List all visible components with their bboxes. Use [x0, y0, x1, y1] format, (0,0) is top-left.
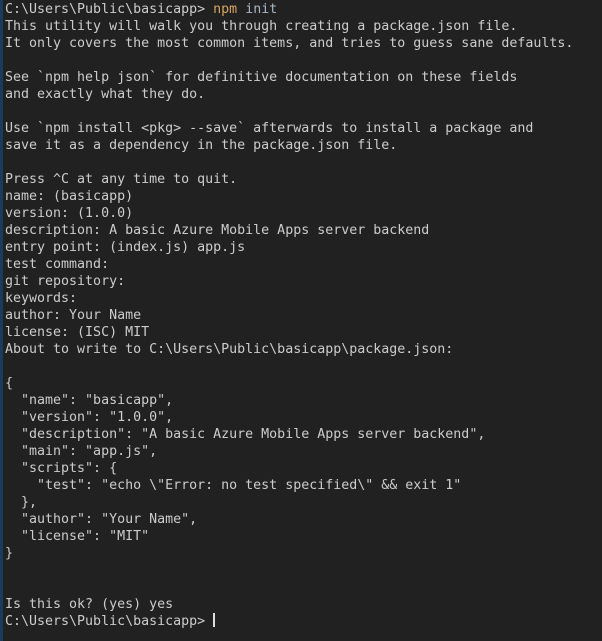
line-blank-5: [5, 562, 602, 579]
line-json-scripts-close: },: [5, 495, 38, 510]
line-json-main: "main": "app.js",: [5, 444, 158, 459]
line-final-prompt: C:\Users\Public\basicapp>: [5, 613, 602, 630]
text-cursor: [213, 613, 216, 627]
terminal-output-area[interactable]: C:\Users\Public\basicapp> npm init This u…: [3, 0, 602, 630]
line-about-to-write: About to write to C:\Users\Public\basica…: [5, 342, 454, 357]
line-blank-4: [5, 358, 602, 375]
line-install-2: save it as a dependency in the package.j…: [5, 138, 398, 153]
command-space: [237, 2, 245, 17]
prompt-path: C:\Users\Public\basicapp>: [5, 2, 214, 17]
line-field-author: author: Your Name: [5, 308, 142, 323]
command-arg-init: init: [245, 2, 278, 17]
line-blank-2: [5, 103, 602, 120]
line-json-scripts-open: "scripts": {: [5, 461, 118, 476]
line-field-git-repository: git repository:: [5, 274, 126, 289]
line-json-scripts-test: "test": "echo \"Error: no test specified…: [5, 478, 462, 493]
line-quit-hint: Press ^C at any time to quit.: [5, 172, 238, 187]
line-json-close: }: [5, 546, 14, 561]
line-field-keywords: keywords:: [5, 291, 78, 306]
line-help-1: See `npm help json` for definitive docum…: [5, 70, 518, 85]
terminal-window[interactable]: C:\Users\Public\basicapp> npm init This u…: [0, 0, 602, 641]
line-json-version: "version": "1.0.0",: [5, 410, 174, 425]
prompt-path: C:\Users\Public\basicapp>: [5, 614, 214, 629]
line-blank-1: [5, 52, 602, 69]
line-json-author: "author": "Your Name",: [5, 512, 198, 527]
line-json-open: {: [5, 376, 14, 391]
line-help-2: and exactly what they do.: [5, 87, 206, 102]
line-blank-6: [5, 579, 602, 596]
line-field-test-command: test command:: [5, 257, 110, 272]
line-field-description: description: A basic Azure Mobile Apps s…: [5, 223, 430, 238]
command-npm: npm: [213, 2, 238, 17]
line-intro-2: It only covers the most common items, an…: [5, 36, 574, 51]
line-install-1: Use `npm install <pkg> --save` afterward…: [5, 121, 534, 136]
line-intro-1: This utility will walk you through creat…: [5, 19, 518, 34]
line-json-description: "description": "A basic Azure Mobile App…: [5, 427, 486, 442]
line-prompt-command: C:\Users\Public\basicapp> npm init: [5, 1, 602, 18]
line-json-license: "license": "MIT": [5, 529, 150, 544]
line-confirm: Is this ok? (yes) yes: [5, 597, 174, 612]
line-field-version: version: (1.0.0): [5, 206, 134, 221]
line-field-entry-point: entry point: (index.js) app.js: [5, 240, 246, 255]
line-field-license: license: (ISC) MIT: [5, 325, 150, 340]
line-field-name: name: (basicapp): [5, 189, 134, 204]
line-json-name: "name": "basicapp",: [5, 393, 174, 408]
line-blank-3: [5, 154, 602, 171]
